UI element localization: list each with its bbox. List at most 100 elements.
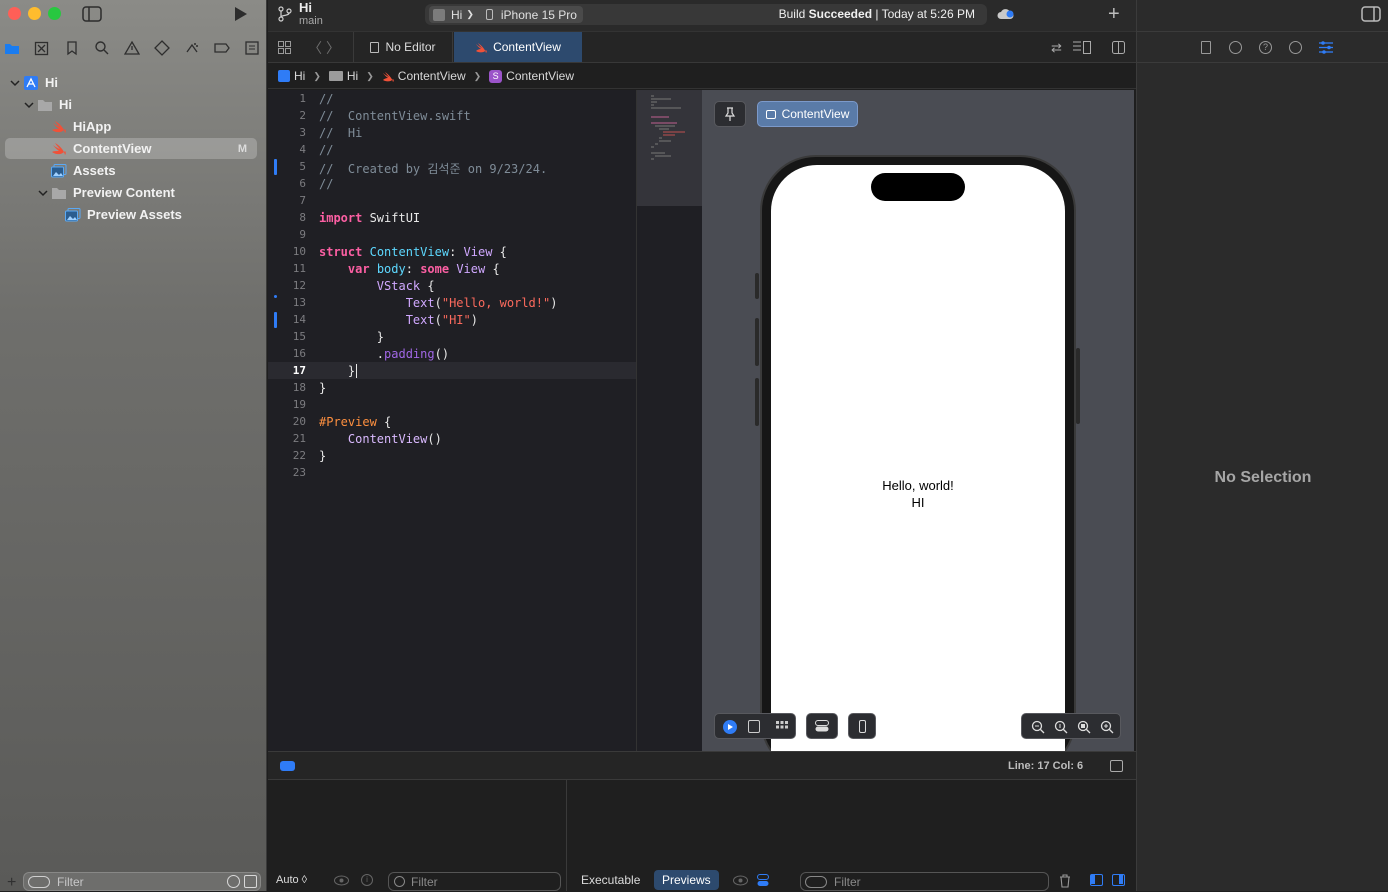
info-icon[interactable]: i <box>361 874 373 886</box>
eye-icon[interactable] <box>733 875 748 886</box>
code-line[interactable]: // ContentView.swift <box>319 109 471 123</box>
add-file-icon[interactable]: + <box>7 874 16 892</box>
minimap[interactable] <box>636 90 703 751</box>
show-console-icon[interactable] <box>1112 874 1125 886</box>
add-library-icon[interactable]: + <box>1108 3 1120 26</box>
bookmark-icon[interactable] <box>64 40 80 56</box>
code-line[interactable]: Text("HI") <box>319 313 478 327</box>
source-control-icon[interactable] <box>34 40 50 56</box>
file-inspector-icon[interactable] <box>1201 41 1211 54</box>
device-settings-button[interactable] <box>806 713 838 739</box>
source-control-filter-icon[interactable] <box>244 875 257 888</box>
accessibility-inspector-icon[interactable] <box>1289 41 1302 54</box>
hide-debug-area-icon[interactable] <box>1110 760 1123 772</box>
code-line[interactable]: } <box>319 381 326 395</box>
test-diamond-icon[interactable] <box>154 40 170 56</box>
back-arrow-icon[interactable]: 〈 <box>308 38 322 58</box>
variables-filter-field[interactable]: Filter <box>388 872 561 891</box>
code-line[interactable]: .padding() <box>319 347 449 361</box>
breadcrumb-item[interactable]: ContentView <box>506 69 574 83</box>
report-icon[interactable] <box>244 40 260 56</box>
tab-no-editor[interactable]: No Editor <box>353 32 453 62</box>
debug-area-toggle-icon[interactable] <box>280 761 295 771</box>
executable-tab[interactable]: Executable <box>581 873 640 887</box>
swap-arrows-icon[interactable]: ⇄ <box>1051 40 1062 56</box>
chevron-down-icon <box>51 209 63 221</box>
zoom-fit-icon[interactable] <box>1077 720 1091 734</box>
code-line[interactable]: struct ContentView: View { <box>319 245 507 259</box>
console-filter-field[interactable]: Filter <box>800 872 1049 891</box>
toggles-icon[interactable] <box>757 874 769 887</box>
code-line[interactable]: } <box>319 330 384 344</box>
code-line[interactable]: // <box>319 177 333 191</box>
split-editor-icon[interactable] <box>1112 41 1125 54</box>
close-window-button[interactable] <box>8 7 21 20</box>
navigator-filter-field[interactable]: Filter <box>23 872 261 891</box>
history-inspector-icon[interactable] <box>1229 41 1242 54</box>
chevron-down-icon[interactable] <box>37 187 49 199</box>
code-line[interactable]: #Preview { <box>319 415 391 429</box>
code-line[interactable]: // <box>319 143 333 157</box>
scheme-selector[interactable]: Hi ❯ iPhone 15 Pro <box>429 6 583 23</box>
navigator-item-contentview[interactable]: ContentView M <box>5 138 257 159</box>
folder-icon[interactable] <box>4 40 20 56</box>
navigator-item-hi[interactable]: Hi <box>5 72 257 93</box>
breadcrumb-item[interactable]: ContentView <box>398 69 466 83</box>
source-editor[interactable]: 1 2 3 4 5 6 7 8 9 10 11 12 13 14 15 16 17 18 19 20 21 22 23 //… <box>268 90 636 751</box>
navigator-item-hi[interactable]: Hi <box>5 94 257 115</box>
code-line[interactable]: var body: some View { <box>319 262 500 276</box>
run-button[interactable] <box>232 6 248 22</box>
code-line[interactable]: import SwiftUI <box>319 211 420 225</box>
cloud-icon[interactable] <box>997 8 1015 20</box>
navigator-item-preview-content[interactable]: Preview Content <box>5 182 257 203</box>
minimize-window-button[interactable] <box>28 7 41 20</box>
sidebar-toggle-icon[interactable] <box>82 6 102 22</box>
attributes-inspector-icon[interactable] <box>1319 41 1333 54</box>
show-variables-icon[interactable] <box>1090 874 1103 886</box>
code-line[interactable]: // Created by 김석준 on 9/23/24. <box>319 160 547 177</box>
previews-tab[interactable]: Previews <box>654 870 719 890</box>
zoom-in-icon[interactable] <box>1100 720 1114 734</box>
grid-icon[interactable] <box>278 41 291 54</box>
code-line[interactable]: // Hi <box>319 126 362 140</box>
breadcrumb-item[interactable]: Hi <box>347 69 358 83</box>
filter-options-icon[interactable] <box>28 876 50 888</box>
code-line[interactable]: // <box>319 92 333 106</box>
live-mode-icon[interactable] <box>723 720 737 734</box>
variants-grid-icon[interactable] <box>776 721 788 733</box>
breadcrumb-item[interactable]: Hi <box>294 69 305 83</box>
trash-icon[interactable] <box>1059 874 1071 888</box>
selectable-mode-icon[interactable] <box>748 720 760 733</box>
code-line[interactable]: ContentView() <box>319 432 442 446</box>
device-picker-button[interactable] <box>848 713 876 739</box>
zoom-out-icon[interactable] <box>1031 720 1045 734</box>
code-line[interactable]: VStack { <box>319 279 435 293</box>
code-line[interactable]: } <box>319 364 355 378</box>
breakpoint-icon[interactable] <box>214 40 230 56</box>
recent-files-icon[interactable] <box>227 875 240 888</box>
warning-icon[interactable] <box>124 40 140 56</box>
tab-contentview[interactable]: ContentView <box>454 32 582 62</box>
search-icon[interactable] <box>94 40 110 56</box>
chevron-down-icon[interactable] <box>23 99 35 111</box>
iphone-screen[interactable]: Hello, world! HI <box>771 165 1065 775</box>
help-inspector-icon[interactable]: ? <box>1259 41 1272 54</box>
zoom-actual-icon[interactable] <box>1054 720 1068 734</box>
code-line[interactable]: } <box>319 449 326 463</box>
navigator-item-preview-assets[interactable]: Preview Assets <box>5 204 257 225</box>
preview-variant-button[interactable]: ContentView <box>757 101 858 127</box>
code-line[interactable]: Text("Hello, world!") <box>319 296 558 310</box>
editor-options-icon[interactable] <box>1073 41 1091 54</box>
inspector-toggle-icon[interactable] <box>1361 6 1381 22</box>
variables-scope-selector[interactable]: Auto ◊ <box>276 874 307 886</box>
debug-spray-icon[interactable] <box>184 40 200 56</box>
preview-canvas[interactable]: ContentView Hello, world! HI <box>702 90 1134 775</box>
chevron-down-icon[interactable] <box>9 77 21 89</box>
navigator-item-hiapp[interactable]: HiApp <box>5 116 257 137</box>
pin-preview-button[interactable] <box>714 101 746 127</box>
eye-icon[interactable] <box>334 875 349 886</box>
forward-arrow-icon[interactable]: 〉 <box>326 38 340 58</box>
navigator-item-assets[interactable]: Assets <box>5 160 257 181</box>
zoom-window-button[interactable] <box>48 7 61 20</box>
swift-icon <box>51 120 67 134</box>
